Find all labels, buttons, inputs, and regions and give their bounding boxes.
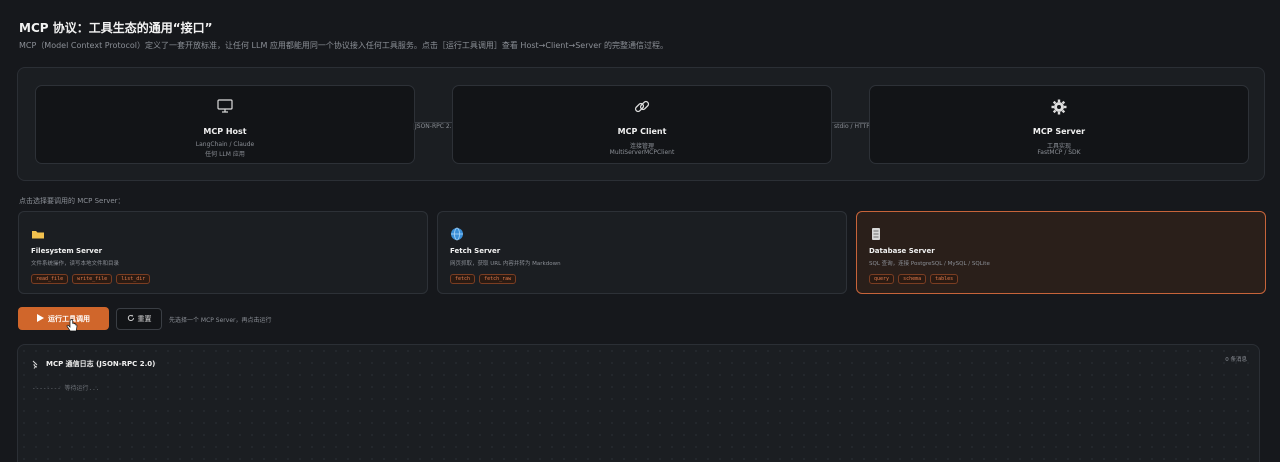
- server-card-desc: 文件系统操作，读写本地文件和目录: [31, 261, 120, 267]
- server-card-fetch[interactable]: Fetch Server 网页抓取，获取 URL 内容并转为 Markdown …: [437, 211, 847, 294]
- run-hint: 先选择一个 MCP Server，再点击运行: [169, 317, 272, 324]
- satellite-icon: [32, 354, 41, 373]
- reset-button[interactable]: 重置: [116, 308, 162, 330]
- hand-cursor-icon: [66, 318, 78, 338]
- host-line2: 任何 LLM 应用: [205, 151, 245, 158]
- tool-tag: list_dir: [116, 274, 151, 284]
- folder-icon: [31, 226, 45, 240]
- host-node: MCP Host LangChain / Claude 任何 LLM 应用: [35, 85, 415, 164]
- tool-tag: query: [869, 274, 895, 284]
- tool-tag: fetch_raw: [479, 274, 517, 284]
- database-icon: [869, 226, 883, 240]
- server-line2: FastMCP / SDK: [1037, 149, 1081, 156]
- tool-tag: schema: [898, 274, 927, 284]
- globe-icon: [450, 226, 464, 241]
- architecture-panel: MCP Host LangChain / Claude 任何 LLM 应用 JS…: [17, 67, 1265, 181]
- refresh-icon: [127, 314, 135, 324]
- tool-tag: tables: [930, 274, 959, 284]
- server-name: MCP Server: [1032, 127, 1086, 136]
- page-title: MCP 协议：工具生态的通用“接口”: [19, 21, 213, 35]
- gear-icon: [870, 98, 1248, 116]
- server-card-desc: 网页抓取，获取 URL 内容并转为 Markdown: [450, 261, 561, 267]
- log-empty-state: -------- 等待运行...: [32, 385, 100, 392]
- run-tool-call-button[interactable]: 运行工具调用: [18, 307, 109, 330]
- play-icon: [37, 313, 44, 324]
- message-count: 0 条消息: [1225, 357, 1247, 363]
- page-subtitle: MCP（Model Context Protocol）定义了一套开放标准，让任何…: [19, 41, 668, 50]
- client-name: MCP Client: [617, 127, 667, 136]
- client-node: MCP Client 连接管理 MultiServerMCPClient: [452, 85, 832, 164]
- server-card-database[interactable]: Database Server SQL 查询，连接 PostgreSQL / M…: [856, 211, 1266, 294]
- tool-tag: read_file: [31, 274, 69, 284]
- tool-tag: fetch: [450, 274, 476, 284]
- server-card-name: Filesystem Server: [31, 247, 103, 255]
- log-title: MCP 通信日志 (JSON-RPC 2.0): [46, 359, 156, 368]
- client-line2: MultiServerMCPClient: [609, 149, 675, 156]
- server-card-name: Fetch Server: [450, 247, 501, 255]
- host-line1: LangChain / Claude: [195, 141, 255, 148]
- link-icon: [453, 98, 831, 116]
- server-card-desc: SQL 查询，连接 PostgreSQL / MySQL / SQLite: [869, 261, 990, 267]
- connector-label: stdio / HTTP: [832, 123, 872, 130]
- connector-label: JSON-RPC 2.0: [413, 123, 458, 130]
- reset-button-label: 重置: [137, 315, 152, 323]
- server-card-filesystem[interactable]: Filesystem Server 文件系统操作，读写本地文件和目录 read_…: [18, 211, 428, 294]
- server-node: MCP Server 工具实现 FastMCP / SDK: [869, 85, 1249, 164]
- log-panel: MCP 通信日志 (JSON-RPC 2.0) 0 条消息 -------- 等…: [17, 344, 1260, 462]
- monitor-icon: [36, 98, 414, 116]
- server-picker-label: 点击选择要调用的 MCP Server：: [19, 197, 125, 205]
- tool-tag: write_file: [72, 274, 113, 284]
- host-name: MCP Host: [203, 127, 247, 136]
- server-card-name: Database Server: [869, 247, 935, 255]
